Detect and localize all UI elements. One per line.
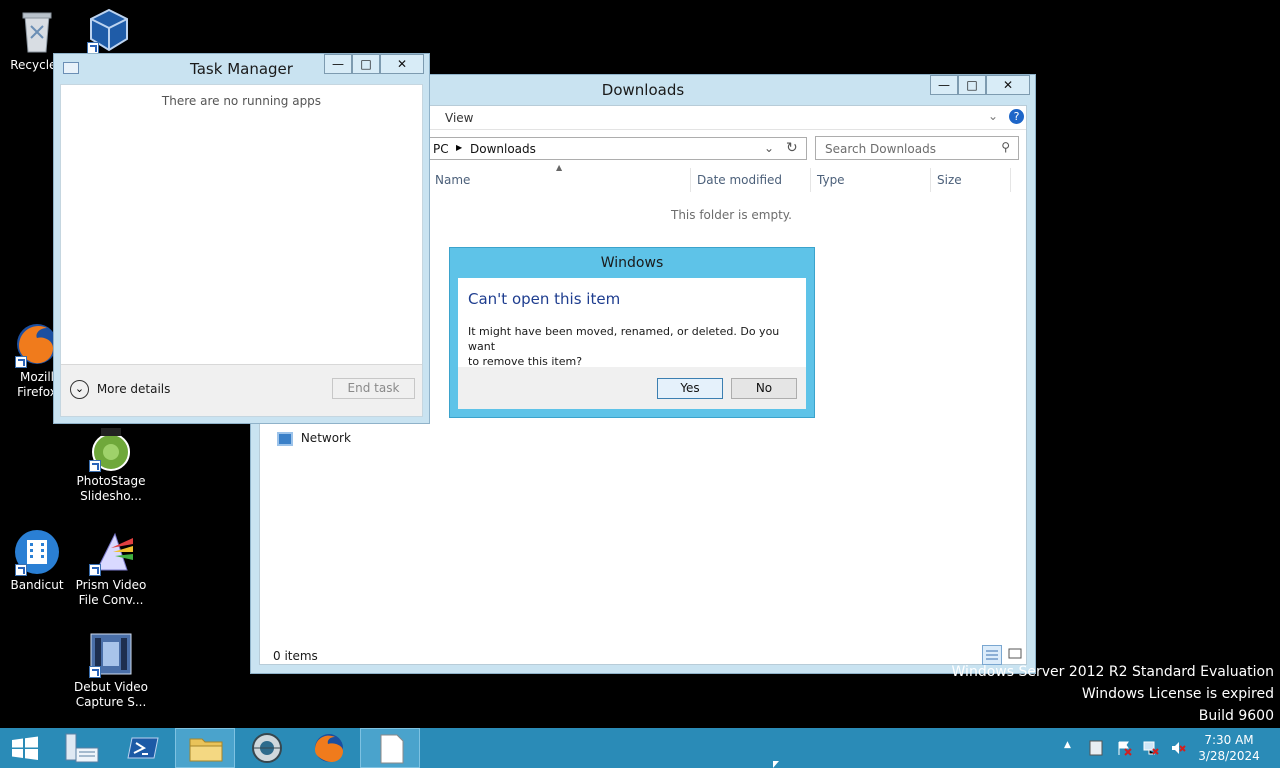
taskbar-server-manager[interactable] [52, 728, 112, 768]
desktop-icon-prism[interactable]: Prism Video File Conv... [72, 528, 150, 608]
task-manager-minimize-button[interactable]: — [324, 54, 352, 74]
task-manager-body: There are no running apps ⌄ More details… [60, 84, 423, 417]
clock-time: 7:30 AM [1204, 733, 1254, 747]
volume-muted-icon[interactable] [1170, 740, 1186, 756]
large-icons-view-icon[interactable] [1006, 645, 1026, 665]
globe-icon [252, 733, 282, 763]
taskbar-file-explorer[interactable] [175, 728, 235, 768]
yes-button[interactable]: Yes [657, 378, 723, 399]
ribbon-expand-icon[interactable]: ⌄ [988, 109, 998, 123]
system-clock[interactable]: 7:30 AM 3/28/2024 [1196, 732, 1262, 764]
refresh-icon[interactable]: ↻ [786, 140, 798, 156]
chevron-down-icon: ⌄ [70, 380, 89, 399]
dialog-message: It might have been moved, renamed, or de… [468, 325, 780, 368]
more-details-toggle[interactable]: ⌄ More details [70, 380, 170, 399]
taskbar-notepad[interactable] [360, 728, 420, 768]
nav-item-label: Network [300, 431, 351, 445]
explorer-close-button[interactable]: ✕ [986, 75, 1030, 95]
virtualbox-icon [85, 6, 133, 54]
prism-label: Prism Video File Conv... [75, 578, 147, 607]
dialog-content: Can't open this item It might have been … [458, 278, 806, 409]
search-icon[interactable]: ⚲ [1001, 140, 1010, 154]
clock-date: 3/28/2024 [1198, 749, 1260, 763]
error-dialog[interactable]: Windows Can't open this item It might ha… [449, 247, 815, 418]
watermark-edition: Windows Server 2012 R2 Standard Evaluati… [951, 664, 1274, 680]
network-tray-icon[interactable] [1143, 740, 1159, 756]
windows-logo-icon [12, 736, 38, 760]
column-header-date-modified[interactable]: Date modified [691, 168, 811, 192]
desktop-icon-bandicut[interactable]: Bandicut [0, 528, 76, 593]
status-item-count: 0 items [273, 649, 318, 663]
no-running-apps-message: There are no running apps [161, 94, 322, 108]
photostage-icon [87, 424, 135, 472]
firefox-icon [315, 734, 343, 762]
empty-folder-message: This folder is empty. [671, 208, 792, 222]
details-view-icon[interactable] [982, 645, 1002, 665]
help-icon[interactable]: ? [1009, 109, 1024, 124]
more-details-label: More details [96, 382, 171, 396]
recycle-bin-icon [13, 8, 61, 56]
shortcut-arrow-icon [15, 356, 27, 368]
shortcut-arrow-icon [15, 564, 27, 576]
desktop-icon-virtualbox[interactable] [70, 6, 148, 56]
end-task-button[interactable]: End task [332, 378, 415, 399]
address-dropdown-icon[interactable]: ⌄ [764, 141, 774, 155]
prism-icon [87, 528, 135, 576]
search-box[interactable]: Search Downloads ⚲ [815, 136, 1019, 160]
dialog-heading: Can't open this item [468, 290, 621, 308]
flag-alert-icon[interactable] [1116, 740, 1132, 756]
debut-label: Debut Video Capture S... [74, 680, 148, 709]
explorer-maximize-button[interactable]: □ [958, 75, 986, 95]
document-icon [380, 734, 404, 764]
watermark-build: Build 9600 [1198, 708, 1274, 724]
bandicut-label: Bandicut [10, 578, 64, 592]
shortcut-arrow-icon [89, 460, 101, 472]
photostage-label: PhotoStage Slidesho... [76, 474, 146, 503]
start-button[interactable] [0, 728, 50, 768]
watermark-license: Windows License is expired [1081, 686, 1274, 702]
desktop-icon-photostage[interactable]: PhotoStage Slidesho... [72, 424, 150, 504]
show-hidden-icons-icon[interactable]: ▲ [1064, 740, 1080, 756]
no-button[interactable]: No [731, 378, 797, 399]
breadcrumb-downloads[interactable]: Downloads [470, 142, 536, 156]
taskbar-powershell[interactable] [114, 728, 174, 768]
column-header-size[interactable]: Size [931, 168, 1011, 192]
action-center-icon[interactable] [1088, 740, 1104, 756]
task-manager-footer: ⌄ More details End task [61, 364, 422, 416]
task-manager-maximize-button[interactable]: □ [352, 54, 380, 74]
explorer-ribbon: View ⌄ ? [423, 106, 1026, 130]
task-manager-close-button[interactable]: ✕ [380, 54, 424, 74]
desktop-icon-debut[interactable]: Debut Video Capture S... [72, 630, 150, 710]
server-manager-icon [65, 733, 99, 763]
debut-icon [87, 630, 135, 678]
column-header-type[interactable]: Type [811, 168, 931, 192]
network-icon [277, 431, 293, 446]
taskbar-firefox[interactable] [299, 728, 359, 768]
powershell-icon [127, 737, 159, 759]
task-manager-titlebar[interactable]: Task Manager — □ ✕ [54, 54, 429, 82]
folder-icon [189, 738, 223, 762]
shortcut-arrow-icon [89, 666, 101, 678]
ribbon-tab-view[interactable]: View [445, 111, 473, 125]
taskbar: ▲ 7:30 AM 3/28/2024 [0, 728, 1280, 768]
address-bar[interactable]: PC ▶ Downloads ⌄ ↻ [423, 137, 807, 160]
nav-item-network[interactable]: Network [277, 431, 351, 446]
breadcrumb-pc[interactable]: PC [433, 142, 449, 156]
column-header-name[interactable]: Name [429, 168, 691, 192]
task-manager-window[interactable]: Task Manager — □ ✕ There are no running … [53, 53, 430, 424]
dialog-button-bar: Yes No [458, 367, 806, 409]
breadcrumb-separator-icon: ▶ [456, 143, 463, 152]
dialog-title: Windows [600, 255, 664, 271]
shortcut-arrow-icon [89, 564, 101, 576]
taskbar-network-tool[interactable] [237, 728, 297, 768]
explorer-minimize-button[interactable]: — [930, 75, 958, 95]
mouse-cursor-icon [773, 761, 779, 768]
bandicut-icon [13, 528, 61, 576]
search-input[interactable]: Search Downloads [825, 142, 936, 156]
